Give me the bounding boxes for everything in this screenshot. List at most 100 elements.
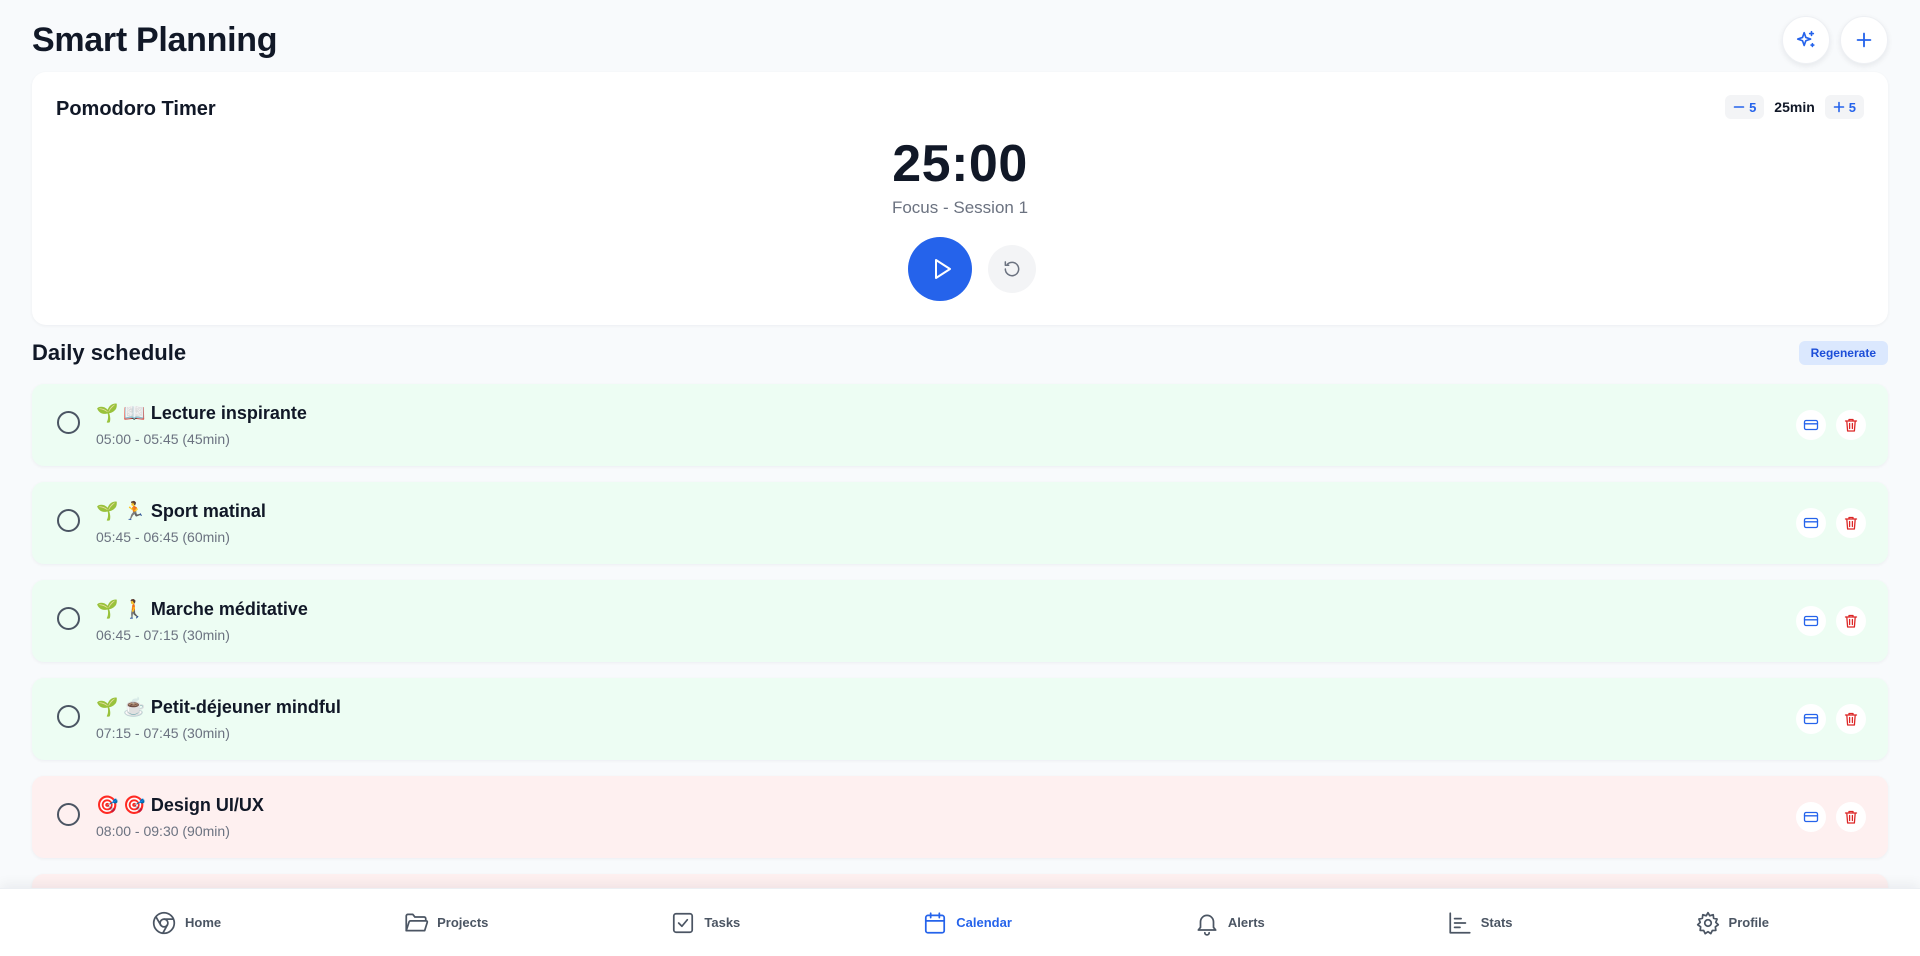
nav-item-label: Tasks xyxy=(704,915,741,930)
trash-icon xyxy=(1844,418,1858,432)
play-button[interactable] xyxy=(908,237,972,301)
decrease-duration-button[interactable]: 5 xyxy=(1725,95,1765,119)
pomodoro-title: Pomodoro Timer xyxy=(56,98,216,120)
card-button[interactable] xyxy=(1796,410,1826,440)
schedule-item-time: 05:00 - 05:45 (45min) xyxy=(96,431,230,447)
increase-amount: 5 xyxy=(1848,99,1856,115)
nav-item-alerts[interactable]: Alerts xyxy=(1194,910,1265,936)
calendar-icon xyxy=(925,911,946,934)
ai-plan-button[interactable] xyxy=(1782,16,1830,64)
schedule-item-title: 🎯 🎯 Design UI/UX xyxy=(96,795,264,815)
schedule-item-title: 🌱 📖 Lecture inspirante xyxy=(96,403,307,423)
bottom-nav: Home Projects Tasks Calendar Alerts Stats Prof… xyxy=(0,888,1920,956)
increase-duration-button[interactable]: 5 xyxy=(1824,95,1864,119)
add-button[interactable] xyxy=(1840,16,1888,64)
chrome-icon xyxy=(152,911,176,934)
card-button[interactable] xyxy=(1796,802,1826,832)
complete-checkbox[interactable] xyxy=(57,607,80,630)
nav-item-tasks[interactable]: Tasks xyxy=(670,910,740,936)
duration-value: 25min xyxy=(1774,99,1815,115)
schedule-item-time: 07:15 - 07:45 (30min) xyxy=(96,725,230,741)
delete-button[interactable] xyxy=(1836,410,1866,440)
schedule-item-text: 🎯 🎯 Design UI/UX 08:00 - 09:30 (90min) xyxy=(96,795,264,839)
bell-icon xyxy=(1197,914,1217,936)
schedule-item-title: 🌱 🚶 Marche méditative xyxy=(96,599,308,619)
credit-card-icon xyxy=(1803,713,1819,725)
schedule-item-time: 08:00 - 09:30 (90min) xyxy=(96,823,230,839)
duration-controls: 5 25min 5 xyxy=(1725,95,1864,119)
credit-card-icon xyxy=(1803,419,1819,431)
nav-item-label: Stats xyxy=(1480,915,1513,930)
credit-card-icon xyxy=(1803,811,1819,823)
schedule-item-text: 🌱 📖 Lecture inspirante 05:00 - 05:45 (45… xyxy=(96,403,307,447)
schedule-item-actions xyxy=(1796,508,1866,538)
trash-icon xyxy=(1844,614,1858,628)
nav-item-label: Home xyxy=(184,915,222,930)
session-label: Focus - Session 1 xyxy=(891,198,1029,217)
complete-checkbox[interactable] xyxy=(57,509,80,532)
nav-item-label: Calendar xyxy=(956,915,1012,930)
schedule-item: 🌱 📖 Lecture inspirante 05:00 - 05:45 (45… xyxy=(32,384,1888,466)
schedule-item-title: 🌱 ☕ Petit-déjeuner mindful xyxy=(96,697,341,717)
decrease-amount: 5 xyxy=(1749,99,1757,115)
delete-button[interactable] xyxy=(1836,606,1866,636)
delete-button[interactable] xyxy=(1836,704,1866,734)
delete-button[interactable] xyxy=(1836,508,1866,538)
nav-item-profile[interactable]: Profile xyxy=(1695,910,1769,936)
schedule-list: 🌱 📖 Lecture inspirante 05:00 - 05:45 (45… xyxy=(32,384,1888,956)
complete-checkbox[interactable] xyxy=(57,705,80,728)
schedule-item-actions xyxy=(1796,704,1866,734)
play-icon xyxy=(934,259,951,279)
credit-card-icon xyxy=(1803,615,1819,627)
nav-item-calendar[interactable]: Calendar xyxy=(922,910,1012,936)
schedule-item-time: 05:45 - 06:45 (60min) xyxy=(96,529,230,545)
schedule-title: Daily schedule xyxy=(32,340,187,365)
nav-item-label: Profile xyxy=(1728,915,1769,930)
complete-checkbox[interactable] xyxy=(57,411,80,434)
minus-icon xyxy=(1733,106,1745,108)
schedule-item: 🎯 🎯 Design UI/UX 08:00 - 09:30 (90min) xyxy=(32,776,1888,858)
folder-icon xyxy=(405,912,429,931)
nav-item-label: Alerts xyxy=(1227,915,1265,930)
reset-icon xyxy=(1004,261,1020,277)
timer-display: 25:00 xyxy=(892,135,1028,193)
credit-card-icon xyxy=(1803,517,1819,529)
schedule-item-text: 🌱 ☕ Petit-déjeuner mindful 07:15 - 07:45… xyxy=(96,697,341,741)
plus-icon xyxy=(1856,32,1872,48)
nav-item-stats[interactable]: Stats xyxy=(1447,910,1513,936)
gear-icon xyxy=(1696,911,1719,934)
schedule-item-actions xyxy=(1796,802,1866,832)
checkbox-icon xyxy=(673,912,694,933)
card-button[interactable] xyxy=(1796,508,1826,538)
bar-chart-icon xyxy=(1449,911,1471,934)
schedule-item-text: 🌱 🏃 Sport matinal 05:45 - 06:45 (60min) xyxy=(96,501,266,545)
schedule-item-title: 🌱 🏃 Sport matinal xyxy=(96,501,266,521)
nav-item-projects[interactable]: Projects xyxy=(403,910,488,936)
regenerate-button[interactable]: Regenerate xyxy=(1798,341,1888,365)
app-page: Smart Planning Pomodoro Timer 5 25min 5 … xyxy=(0,0,1920,956)
card-button[interactable] xyxy=(1796,606,1826,636)
schedule-item-text: 🌱 🚶 Marche méditative 06:45 - 07:15 (30m… xyxy=(96,599,308,643)
schedule-item-time: 06:45 - 07:15 (30min) xyxy=(96,627,230,643)
sparkles-icon xyxy=(1796,30,1815,48)
schedule-item-actions xyxy=(1796,410,1866,440)
card-button[interactable] xyxy=(1796,704,1826,734)
trash-icon xyxy=(1844,712,1858,726)
schedule-item: 🌱 🚶 Marche méditative 06:45 - 07:15 (30m… xyxy=(32,580,1888,662)
header: Smart Planning xyxy=(32,16,1888,64)
header-actions xyxy=(1782,16,1888,64)
complete-checkbox[interactable] xyxy=(57,803,80,826)
pomodoro-card: Pomodoro Timer 5 25min 5 25:00 Focus - S… xyxy=(32,72,1888,325)
schedule-header: Daily schedule Regenerate xyxy=(32,340,1888,366)
schedule-item-actions xyxy=(1796,606,1866,636)
page-title: Smart Planning xyxy=(32,20,278,59)
nav-item-home[interactable]: Home xyxy=(151,910,221,936)
plus-icon xyxy=(1833,101,1845,113)
nav-item-label: Projects xyxy=(437,915,489,930)
delete-button[interactable] xyxy=(1836,802,1866,832)
reset-button[interactable] xyxy=(988,245,1036,293)
timer-controls xyxy=(32,237,1888,301)
schedule-item: 🌱 ☕ Petit-déjeuner mindful 07:15 - 07:45… xyxy=(32,678,1888,760)
schedule-item: 🌱 🏃 Sport matinal 05:45 - 06:45 (60min) xyxy=(32,482,1888,564)
trash-icon xyxy=(1844,516,1858,530)
